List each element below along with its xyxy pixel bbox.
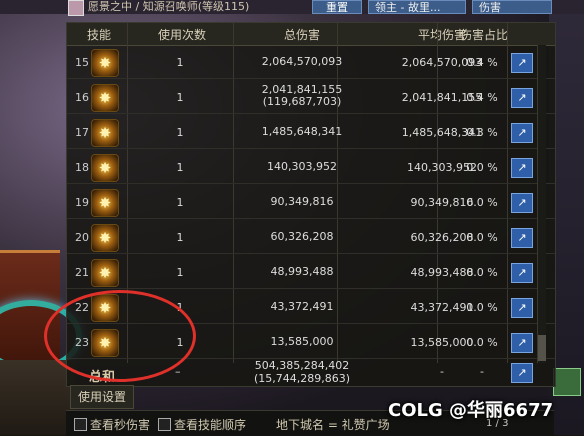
- share-icon[interactable]: ↗: [511, 88, 533, 108]
- skill-icon[interactable]: ✸: [91, 224, 119, 252]
- avatar: [68, 0, 84, 16]
- column-header-total: 总伤害: [283, 28, 320, 42]
- total-damage-cell: 43,372,491: [227, 301, 377, 313]
- total-damage: 48,993,488: [270, 265, 334, 278]
- watermark: COLG @华丽6677: [388, 400, 554, 421]
- total-damage-cell: 60,326,208: [227, 231, 377, 243]
- total-damage: 140,303,952: [267, 160, 337, 173]
- total-damage-cell: 90,349,816: [227, 196, 377, 208]
- share-icon[interactable]: ↗: [511, 298, 533, 318]
- table-row: 15 ✸ 1 2,064,570,093 2,064,570,093 0.4 % ↗: [67, 46, 555, 79]
- share-icon[interactable]: ↗: [511, 228, 533, 248]
- table-row: 16 ✸ 1 2,041,841,155 (119,687,703) 2,041,841,…: [67, 81, 555, 114]
- use-count: 1: [176, 56, 184, 69]
- damage-percent: 0.0 %: [466, 231, 498, 244]
- row-index: 16: [75, 91, 89, 104]
- use-count: 1: [176, 91, 184, 104]
- share-icon[interactable]: ↗: [511, 158, 533, 178]
- table-header: 技能 使用次数 总伤害 平均伤害 伤害占比: [67, 23, 555, 46]
- share-icon[interactable]: ↗: [511, 333, 533, 353]
- row-index: 17: [75, 126, 89, 139]
- table-row: 21 ✸ 1 48,993,488 48,993,488 0.0 % ↗: [67, 256, 555, 289]
- column-header-skill: 技能: [86, 28, 111, 42]
- table-row: 19 ✸ 1 90,349,816 90,349,816 0.0 % ↗: [67, 186, 555, 219]
- damage-percent: 0.0 %: [466, 161, 498, 174]
- summary-percent: -: [480, 365, 484, 378]
- skill-icon[interactable]: ✸: [91, 49, 119, 77]
- table-row: 20 ✸ 1 60,326,208 60,326,208 0.0 % ↗: [67, 221, 555, 254]
- filter-select[interactable]: 领主 - 故里...: [368, 0, 466, 14]
- damage-percent: 0.4 %: [466, 56, 498, 69]
- character-title: 愿景之中 / 知源召唤师(等级115): [88, 0, 250, 13]
- summary-total-cell: 504,385,284,402 (15,744,289,863): [227, 359, 377, 385]
- use-count: 1: [176, 126, 184, 139]
- total-damage: 43,372,491: [270, 300, 334, 313]
- view-dps-label: 查看秒伤害: [90, 418, 151, 432]
- use-count: 1: [176, 196, 184, 209]
- background-floor: [0, 360, 75, 435]
- total-damage-cell: 2,041,841,155 (119,687,703): [227, 84, 377, 108]
- summary-total: 504,385,284,402: [254, 359, 350, 372]
- damage-percent: 0.3 %: [466, 126, 498, 139]
- share-icon[interactable]: ↗: [511, 53, 533, 73]
- highlight-circle: [44, 290, 196, 382]
- total-damage-cell: 13,585,000: [227, 336, 377, 348]
- share-icon[interactable]: ↗: [511, 193, 533, 213]
- share-icon[interactable]: ↗: [511, 363, 533, 383]
- skill-icon[interactable]: ✸: [91, 84, 119, 112]
- summary-total-extra: (15,744,289,863): [253, 372, 351, 385]
- table-row: 18 ✸ 1 140,303,952 140,303,952 0.0 % ↗: [67, 151, 555, 184]
- damage-percent: 0.0 %: [466, 301, 498, 314]
- total-damage-cell: 140,303,952: [227, 161, 377, 173]
- skill-icon[interactable]: ✸: [91, 259, 119, 287]
- skill-icon[interactable]: ✸: [91, 189, 119, 217]
- damage-percent: 0.4 %: [466, 91, 498, 104]
- use-count: 1: [176, 266, 184, 279]
- table-scrollbar[interactable]: [537, 45, 546, 363]
- share-icon[interactable]: ↗: [511, 123, 533, 143]
- view-skill-order-checkbox[interactable]: [158, 418, 171, 431]
- total-damage-cell: 1,485,648,341: [227, 126, 377, 138]
- table-row: 17 ✸ 1 1,485,648,341 1,485,648,341 0.3 % ↗: [67, 116, 555, 149]
- skill-icon[interactable]: ✸: [91, 154, 119, 182]
- total-damage: 1,485,648,341: [261, 125, 343, 138]
- damage-percent: 0.0 %: [466, 336, 498, 349]
- reset-button[interactable]: 重置: [312, 0, 362, 14]
- share-icon[interactable]: ↗: [511, 263, 533, 283]
- minimap-icon[interactable]: [553, 368, 581, 396]
- damage-percent: 0.0 %: [466, 196, 498, 209]
- damage-percent: 0.0 %: [466, 266, 498, 279]
- usage-settings-tab[interactable]: 使用设置: [70, 385, 134, 409]
- use-count: 1: [176, 161, 184, 174]
- total-damage: 13,585,000: [270, 335, 334, 348]
- mode-select[interactable]: 伤害: [472, 0, 552, 14]
- total-damage-extra: (119,687,703): [262, 95, 342, 108]
- total-damage: 2,064,570,093: [261, 55, 343, 68]
- row-index: 21: [75, 266, 89, 279]
- row-index: 18: [75, 161, 89, 174]
- view-dps-checkbox[interactable]: [74, 418, 87, 431]
- dungeon-location: 地下城名 = 礼赞广场: [276, 418, 390, 432]
- column-header-percent: 伤害占比: [459, 28, 508, 42]
- total-damage-cell: 2,064,570,093: [227, 56, 377, 68]
- total-damage: 60,326,208: [270, 230, 334, 243]
- total-damage: 90,349,816: [270, 195, 334, 208]
- row-index: 15: [75, 56, 89, 69]
- row-index: 20: [75, 231, 89, 244]
- row-index: 19: [75, 196, 89, 209]
- column-header-count: 使用次数: [157, 28, 206, 42]
- total-damage-cell: 48,993,488: [227, 266, 377, 278]
- skill-icon[interactable]: ✸: [91, 119, 119, 147]
- top-bar: 愿景之中 / 知源召唤师(等级115) 重置 领主 - 故里... 伤害: [0, 0, 584, 16]
- use-count: 1: [176, 231, 184, 244]
- view-skill-order-label: 查看技能顺序: [174, 418, 247, 432]
- scrollbar-thumb[interactable]: [538, 335, 546, 361]
